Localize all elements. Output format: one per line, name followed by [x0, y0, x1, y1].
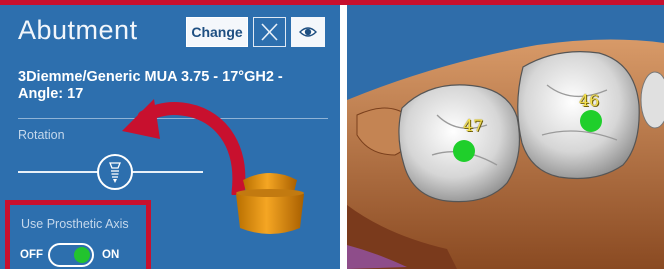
toggle-off-label: OFF [20, 249, 43, 261]
tooth-label-46: 46 [579, 91, 600, 110]
visibility-button[interactable] [291, 17, 325, 47]
tooth-label-47: 47 [463, 116, 484, 135]
panel-divider [340, 5, 347, 269]
dental-scan-render [347, 5, 664, 269]
prosthetic-axis-label: Use Prosthetic Axis [21, 217, 129, 231]
close-icon [261, 23, 278, 41]
prosthetic-axis-toggle[interactable] [48, 243, 94, 267]
change-button[interactable]: Change [186, 17, 248, 47]
panel-title: Abutment [18, 15, 138, 45]
toggle-knob [74, 247, 90, 263]
close-button[interactable] [253, 17, 286, 47]
eye-icon [299, 27, 317, 37]
abutment-3d-icon [236, 173, 304, 234]
3d-viewport[interactable]: 47 46 [347, 5, 664, 269]
abutment-panel: Abutment Change 3Diemme/Generic MUA 3.75… [0, 5, 340, 269]
rotation-label: Rotation [18, 128, 65, 142]
toggle-on-label: ON [102, 249, 120, 261]
